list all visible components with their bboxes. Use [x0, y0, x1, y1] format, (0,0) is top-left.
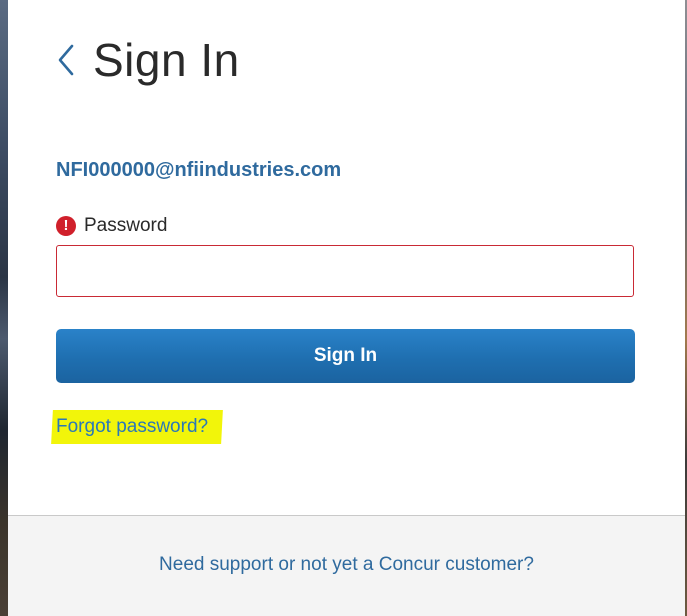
forgot-password-link[interactable]: Forgot password?	[56, 410, 208, 444]
back-button[interactable]	[54, 40, 78, 80]
page-title: Sign In	[93, 34, 240, 86]
forgot-password-highlight: Forgot password?	[51, 410, 223, 444]
password-label: Password	[84, 215, 168, 236]
exclamation-circle-icon: !	[56, 216, 76, 236]
page-background: Sign In NFI000000@nfiindustries.com ! Pa…	[0, 0, 687, 616]
background-photo-left	[0, 0, 8, 616]
chevron-left-icon	[58, 44, 74, 76]
sign-in-button[interactable]: Sign In	[56, 329, 635, 383]
account-email: NFI000000@nfiindustries.com	[56, 159, 342, 181]
password-label-row: ! Password	[56, 213, 167, 239]
sign-in-card: Sign In NFI000000@nfiindustries.com ! Pa…	[8, 0, 685, 616]
support-link[interactable]: Need support or not yet a Concur custome…	[8, 553, 685, 577]
password-input[interactable]	[56, 245, 634, 297]
